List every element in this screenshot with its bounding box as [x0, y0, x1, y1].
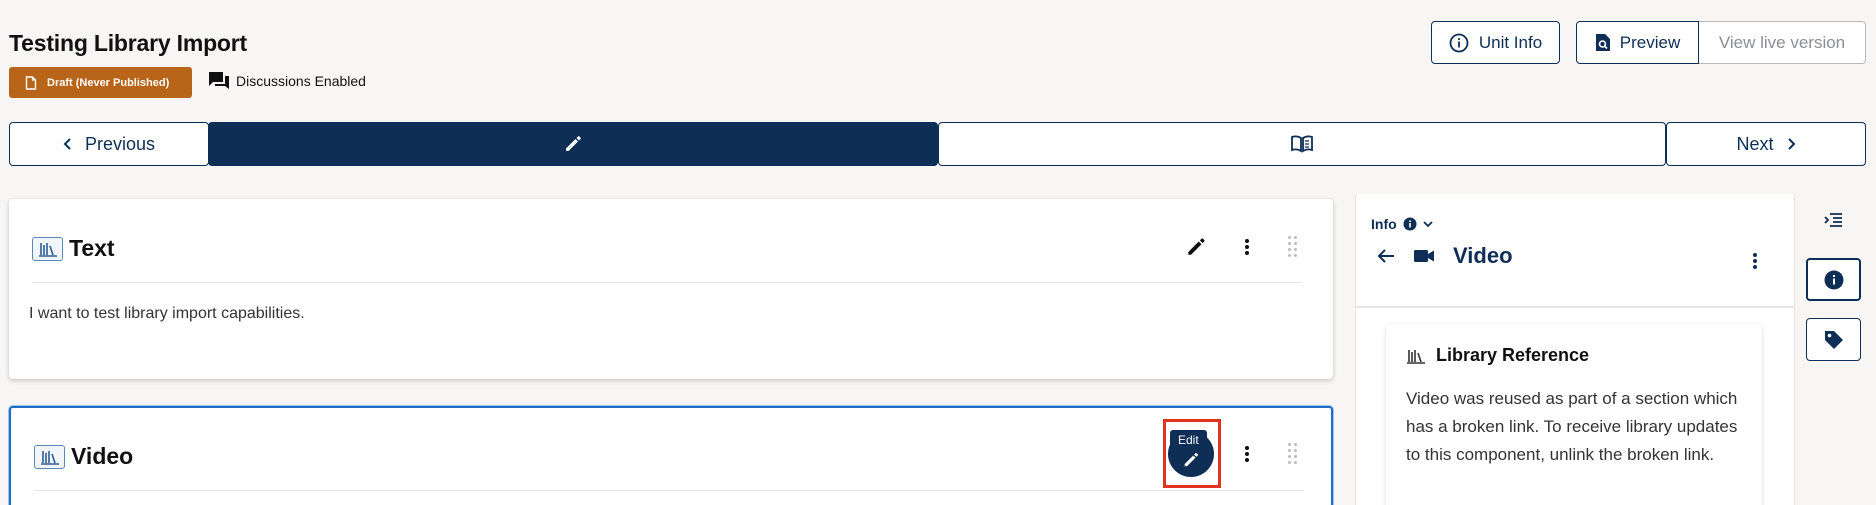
- block-divider: [34, 490, 1304, 491]
- tag-icon: [1824, 330, 1843, 349]
- block-title: Text: [69, 235, 115, 261]
- back-arrow-icon[interactable]: [1377, 248, 1395, 264]
- library-reference-title: Library Reference: [1436, 345, 1590, 365]
- chat-icon: [209, 72, 229, 89]
- library-icon: [34, 444, 65, 469]
- next-label: Next: [1736, 133, 1774, 154]
- pencil-icon: [1188, 238, 1205, 255]
- status-badge: Draft (Never Published): [9, 67, 192, 98]
- status-badge-label: Draft (Never Published): [47, 76, 170, 89]
- chevron-right-icon: [1787, 138, 1795, 150]
- rail-info-button[interactable]: [1806, 258, 1861, 301]
- preview-button-group: Preview View live version: [1576, 21, 1866, 64]
- collapse-rail-icon: [1824, 213, 1842, 227]
- preview-label: Preview: [1619, 32, 1681, 52]
- drag-handle-icon[interactable]: [1288, 236, 1297, 257]
- library-reference-text: Video was reused as part of a section wh…: [1406, 389, 1738, 464]
- library-icon: [32, 236, 63, 261]
- block-menu-button[interactable]: [1229, 229, 1265, 265]
- tab-view-mode[interactable]: [938, 122, 1666, 166]
- block-header: Text: [32, 235, 115, 262]
- sidebar-title: Video: [1453, 243, 1513, 268]
- edit-block-button[interactable]: [1178, 229, 1214, 265]
- block-menu-button[interactable]: [1229, 436, 1265, 472]
- chevron-left-icon: [63, 138, 71, 150]
- tab-edit-mode[interactable]: [208, 122, 938, 166]
- more-vertical-icon: [1245, 239, 1249, 255]
- video-block-card[interactable]: Video: [9, 406, 1333, 505]
- edit-tooltip: Edit: [1170, 430, 1207, 449]
- draft-page-icon: [25, 75, 37, 90]
- preview-search-icon: [1595, 34, 1610, 51]
- next-button[interactable]: Next: [1666, 122, 1866, 166]
- block-header: Video: [34, 443, 133, 470]
- book-icon: [1291, 135, 1313, 153]
- collapse-sidebar-button[interactable]: [1815, 202, 1851, 238]
- library-icon: [1407, 349, 1425, 364]
- info-icon: [1449, 33, 1469, 52]
- preview-button[interactable]: Preview: [1576, 21, 1699, 64]
- view-live-label: View live version: [1718, 32, 1846, 52]
- info-icon: [1824, 270, 1843, 289]
- previous-button[interactable]: Previous: [9, 122, 209, 166]
- page-title: Testing Library Import: [9, 30, 247, 56]
- block-divider: [32, 282, 1302, 283]
- rail-tags-button[interactable]: [1806, 318, 1861, 361]
- previous-label: Previous: [84, 133, 156, 154]
- more-vertical-icon: [1753, 253, 1757, 269]
- block-content-text: I want to test library import capabiliti…: [29, 305, 305, 322]
- library-reference-header: Library Reference: [1406, 345, 1589, 366]
- discussions-label: Discussions Enabled: [236, 73, 366, 89]
- chevron-down-icon: [1423, 221, 1433, 228]
- sidebar-header: Video: [1377, 243, 1513, 269]
- discussions-status: Discussions Enabled: [208, 71, 366, 91]
- unit-info-button[interactable]: Unit Info: [1431, 21, 1560, 64]
- info-label: Info: [1371, 216, 1397, 232]
- view-live-button[interactable]: View live version: [1699, 21, 1866, 64]
- info-dropdown-toggle[interactable]: Info: [1371, 216, 1433, 232]
- sidebar-divider: [1355, 306, 1794, 308]
- sidebar-menu-button[interactable]: [1737, 243, 1773, 279]
- block-title: Video: [71, 443, 134, 469]
- text-block-card[interactable]: Text I want to test library import capab…: [9, 199, 1333, 379]
- drag-handle-icon[interactable]: [1288, 443, 1297, 464]
- more-vertical-icon: [1245, 446, 1249, 462]
- pencil-icon: [566, 136, 581, 151]
- pencil-icon: [1184, 452, 1199, 467]
- unit-info-label: Unit Info: [1478, 32, 1543, 52]
- info-icon: [1403, 217, 1417, 231]
- video-camera-icon: [1414, 250, 1434, 262]
